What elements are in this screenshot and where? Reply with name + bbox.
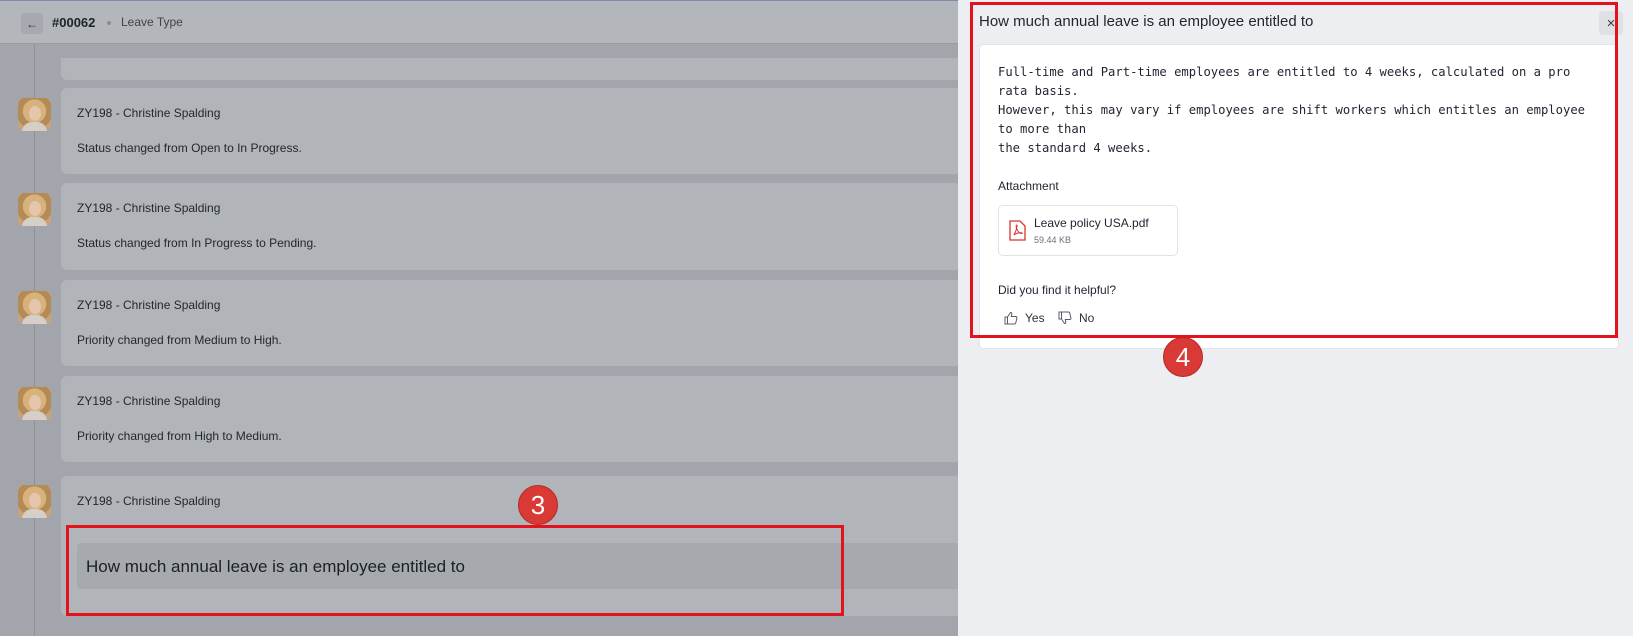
timeline-author: ZY198 - Christine Spalding [77, 106, 221, 120]
avatar [18, 485, 51, 518]
annotation-badge-4: 4 [1163, 337, 1203, 377]
timeline-author: ZY198 - Christine Spalding [77, 201, 221, 215]
timeline-card: ZY198 - Christine Spalding Priority chan… [61, 376, 958, 462]
timeline-message: Priority changed from Medium to High. [77, 333, 282, 347]
annotation-box-3 [66, 525, 844, 616]
timeline-author: ZY198 - Christine Spalding [77, 394, 221, 408]
breadcrumb: Leave Type [121, 15, 183, 29]
arrow-left-icon: ← [26, 16, 38, 31]
timeline-line [34, 44, 35, 636]
ticket-header: ← #00062 Leave Type [0, 0, 958, 44]
timeline-card: ZY198 - Christine Spalding Status change… [61, 88, 958, 174]
back-button[interactable]: ← [21, 13, 43, 34]
avatar [18, 291, 51, 324]
timeline-card: ZY198 - Christine Spalding Priority chan… [61, 280, 958, 366]
annotation-badge-3: 3 [518, 485, 558, 525]
timeline-message: Priority changed from High to Medium. [77, 429, 282, 443]
timeline-message: Status changed from Open to In Progress. [77, 141, 302, 155]
avatar [18, 193, 51, 226]
breadcrumb-separator [107, 21, 111, 25]
timeline-message: Status changed from In Progress to Pendi… [77, 236, 317, 250]
annotation-box-4 [970, 2, 1618, 338]
ticket-id: #00062 [52, 15, 96, 30]
timeline-author: ZY198 - Christine Spalding [77, 494, 221, 508]
avatar [18, 387, 51, 420]
timeline-card: ZY198 - Christine Spalding Status change… [61, 183, 958, 270]
avatar [18, 98, 51, 131]
timeline-author: ZY198 - Christine Spalding [77, 298, 221, 312]
timeline-card-previous [61, 58, 958, 80]
